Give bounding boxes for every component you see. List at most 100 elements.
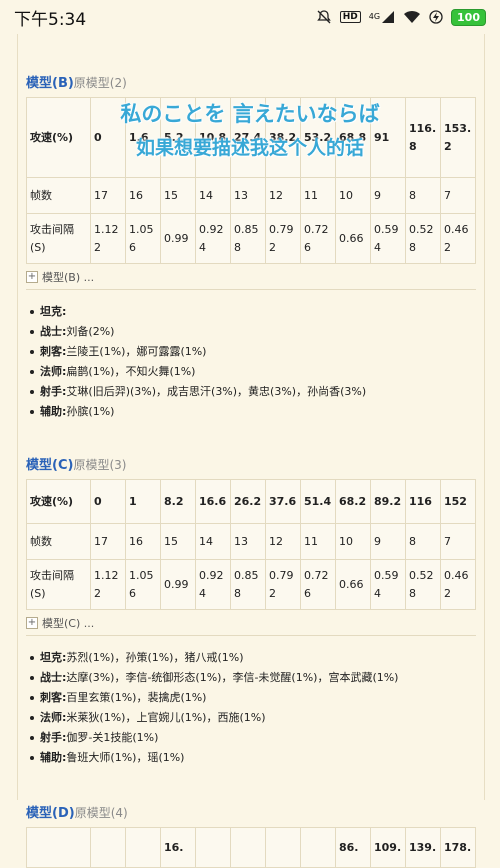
model-b-role-list: 坦克: 战士: 刘备(2%) 刺客: 兰陵王(1%)，娜可露露(1%) 法师: 扁鹊(… xyxy=(26,302,476,422)
table-cell xyxy=(265,827,301,868)
model-c-link[interactable]: 模型(C) xyxy=(26,458,73,473)
bullet-icon xyxy=(30,716,34,720)
bullet-icon xyxy=(30,696,34,700)
list-item: 刺客: 兰陵王(1%)，娜可露露(1%) xyxy=(26,342,476,362)
hero-list: 鲁班大师(1%)，瑶(1%) xyxy=(66,751,185,764)
table-cell: 0.858 xyxy=(230,559,266,610)
mute-bell-icon xyxy=(316,9,332,25)
bullet-icon xyxy=(30,410,34,414)
row-header: 攻速(%) xyxy=(26,479,91,524)
role-label: 辅助: xyxy=(40,751,67,764)
status-bar: 下午5:34 HD 4G 100 xyxy=(0,0,500,34)
model-d-orig: 原模型(4) xyxy=(74,806,128,820)
table-cell: 0.66 xyxy=(335,213,371,264)
table-cell: 0.66 xyxy=(335,559,371,610)
table-row: 16. 86. 109. 139. 178. xyxy=(26,827,476,868)
expand-plus-icon[interactable]: + xyxy=(26,617,38,629)
battery-icon: 100 xyxy=(451,8,486,26)
table-cell: 15 xyxy=(160,523,196,560)
table-cell: 0.99 xyxy=(160,213,196,264)
divider xyxy=(26,635,476,636)
table-cell: 16 xyxy=(125,177,161,214)
table-cell: 13 xyxy=(230,177,266,214)
signal-icon: 4G xyxy=(369,10,395,24)
table-cell: 11 xyxy=(300,177,336,214)
list-item: 辅助: 鲁班大师(1%)，瑶(1%) xyxy=(26,748,476,768)
status-time: 下午5:34 xyxy=(14,9,87,30)
list-item: 刺客: 百里玄策(1%)，裴擒虎(1%) xyxy=(26,688,476,708)
hero-list: 苏烈(1%)，孙策(1%)，猪八戒(1%) xyxy=(66,651,244,664)
table-cell: 51.4 xyxy=(300,479,336,524)
status-icons: HD 4G 100 xyxy=(316,8,486,26)
table-cell: 8 xyxy=(405,177,441,214)
list-item: 战士: 刘备(2%) xyxy=(26,322,476,342)
table-cell: 0.594 xyxy=(370,559,406,610)
bullet-icon xyxy=(30,390,34,394)
table-cell: 68.2 xyxy=(335,479,371,524)
table-cell: 178. xyxy=(440,827,476,868)
table-cell: 139. xyxy=(405,827,441,868)
hero-list: 百里玄策(1%)，裴擒虎(1%) xyxy=(66,691,207,704)
hero-list: 扁鹊(1%)，不知火舞(1%) xyxy=(66,365,196,378)
model-c-orig: 原模型(3) xyxy=(73,458,127,472)
table-cell: 8 xyxy=(405,523,441,560)
bullet-icon xyxy=(30,310,34,314)
list-item: 坦克: 苏烈(1%)，孙策(1%)，猪八戒(1%) xyxy=(26,648,476,668)
model-b-expander[interactable]: + 模型(B) ... xyxy=(26,269,476,289)
role-label: 法师: xyxy=(40,711,67,724)
table-cell: 1.122 xyxy=(90,213,126,264)
table-cell xyxy=(90,827,126,868)
role-label: 辅助: xyxy=(40,405,67,418)
hd-icon: HD xyxy=(339,11,361,23)
row-header: 帧数 xyxy=(26,523,91,560)
model-b-link[interactable]: 模型(B) xyxy=(26,76,74,91)
table-cell: 9 xyxy=(370,523,406,560)
model-d-link[interactable]: 模型(D) xyxy=(26,806,75,821)
expander-label: 模型(C) ... xyxy=(42,617,95,630)
divider xyxy=(26,289,476,290)
bullet-icon xyxy=(30,370,34,374)
table-cell: 0 xyxy=(90,479,126,524)
table-row: 攻击间隔(S) 1.122 1.056 0.99 0.924 0.858 0.7… xyxy=(26,213,476,264)
list-item: 射手: 艾琳(旧后羿)(3%)，成吉思汗(3%)，黄忠(3%)，孙尚香(3%) xyxy=(26,382,476,402)
table-cell: 16.6 xyxy=(195,479,231,524)
table-cell: 0.924 xyxy=(195,213,231,264)
role-label: 刺客: xyxy=(40,691,67,704)
model-c-expander[interactable]: + 模型(C) ... xyxy=(26,615,476,635)
table-cell: 9 xyxy=(370,177,406,214)
model-c-heading: 模型(C)原模型(3) xyxy=(26,454,476,473)
table-cell: 8.2 xyxy=(160,479,196,524)
table-cell: 1 xyxy=(125,479,161,524)
table-cell: 37.6 xyxy=(265,479,301,524)
model-b-orig: 原模型(2) xyxy=(73,76,127,90)
bullet-icon xyxy=(30,330,34,334)
table-row: 帧数 17 16 15 14 13 12 11 10 9 8 7 xyxy=(26,523,476,560)
list-item: 坦克: xyxy=(26,302,476,322)
wifi-icon xyxy=(403,10,421,24)
expand-plus-icon[interactable]: + xyxy=(26,271,38,283)
model-c-role-list: 坦克: 苏烈(1%)，孙策(1%)，猪八戒(1%) 战士: 达摩(3%)，李信-统御… xyxy=(26,648,476,768)
hero-list: 伽罗-关1技能(1%) xyxy=(66,731,159,744)
expander-label: 模型(B) ... xyxy=(42,271,95,284)
charging-icon xyxy=(429,10,443,24)
table-cell: 0.792 xyxy=(265,213,301,264)
table-cell: 0.726 xyxy=(300,213,336,264)
list-item: 法师: 米莱狄(1%)，上官婉儿(1%)，西施(1%) xyxy=(26,708,476,728)
table-cell: 10 xyxy=(335,177,371,214)
bullet-icon xyxy=(30,350,34,354)
table-cell: 11 xyxy=(300,523,336,560)
table-cell xyxy=(300,827,336,868)
table-cell: 12 xyxy=(265,523,301,560)
table-cell: 109. xyxy=(370,827,406,868)
role-label: 刺客: xyxy=(40,345,67,358)
table-cell xyxy=(195,827,231,868)
table-cell xyxy=(230,827,266,868)
table-cell: 14 xyxy=(195,523,231,560)
table-cell: 116 xyxy=(405,479,441,524)
table-cell: 17 xyxy=(90,523,126,560)
role-label: 坦克: xyxy=(40,651,67,664)
table-cell: 7 xyxy=(440,523,476,560)
table-cell: 1.122 xyxy=(90,559,126,610)
row-header xyxy=(26,827,91,868)
table-cell: 0.726 xyxy=(300,559,336,610)
